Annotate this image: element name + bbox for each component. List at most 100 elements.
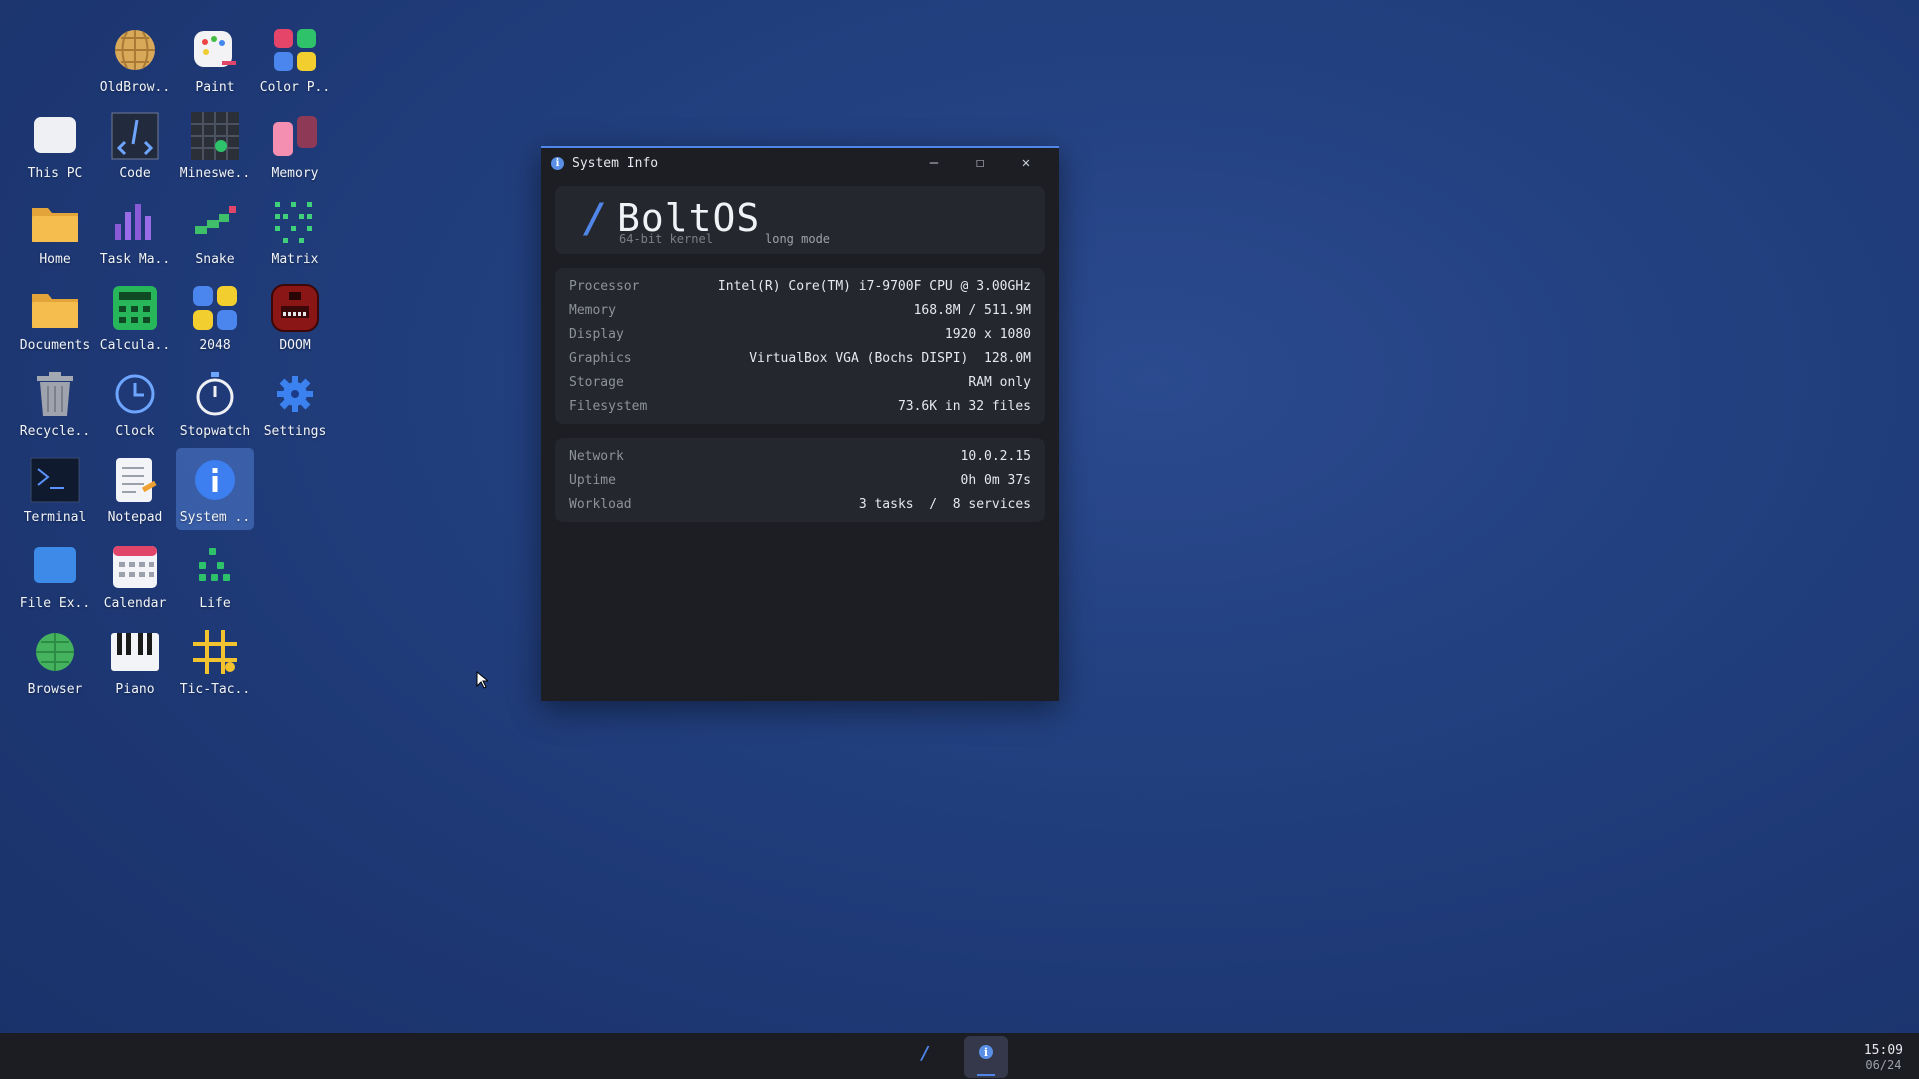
network-info-card: Network 10.0.2.15 Uptime 0h 0m 37s Workloa…	[555, 438, 1045, 522]
info-key: Workload	[569, 496, 632, 512]
desktop-icon-label: Notepad	[107, 510, 163, 525]
clock-time: 15:09	[1863, 1043, 1903, 1058]
desktop-icon-task-manager[interactable]: Task Ma..	[96, 190, 174, 272]
window-titlebar[interactable]: i System Info – ☐ ✕	[541, 148, 1059, 178]
bar-chart-icon	[109, 196, 161, 248]
info-value: 0h 0m 37s	[960, 472, 1031, 488]
desktop-icon-label: DOOM	[279, 338, 311, 353]
desktop-icon-snake[interactable]: Snake	[176, 190, 254, 272]
desktop-icon-matrix[interactable]: Matrix	[256, 190, 334, 272]
system-info-window[interactable]: i System Info – ☐ ✕ / BoltOS 64-bit kern…	[541, 146, 1059, 701]
info-row-memory: Memory 168.8M / 511.9M	[555, 298, 1045, 322]
desktop-icon-paint[interactable]: Paint	[176, 18, 254, 100]
file-explorer-icon	[29, 540, 81, 592]
info-key: Graphics	[569, 350, 632, 366]
desktop-icon-oldbrowser[interactable]: OldBrow..	[96, 18, 174, 100]
start-button[interactable]: /	[920, 1043, 931, 1064]
paint-icon	[189, 24, 241, 76]
desktop-icon-code[interactable]: Code	[96, 104, 174, 186]
code-icon	[109, 110, 161, 162]
taskbar-clock[interactable]: 15:09 06/24	[1863, 1043, 1903, 1073]
computer-icon	[29, 110, 81, 162]
minimize-button[interactable]: –	[911, 155, 957, 171]
minesweeper-icon	[189, 110, 241, 162]
info-key: Filesystem	[569, 398, 648, 414]
info-row-processor: Processor Intel(R) Core(TM) i7-9700F CPU …	[555, 274, 1045, 298]
info-icon	[189, 454, 241, 506]
desktop-icon-label: Life	[199, 596, 231, 611]
desktop-icon-memory[interactable]: Memory	[256, 104, 334, 186]
desktop-icon-doom[interactable]: DOOM	[256, 276, 334, 358]
globe-icon	[29, 626, 81, 678]
info-value: 73.6K in 32 files	[897, 398, 1031, 414]
desktop-icon-file-explorer[interactable]: File Ex..	[16, 534, 94, 616]
desktop-icon-this-pc[interactable]: This PC	[16, 104, 94, 186]
desktop-icon-calendar[interactable]: Calendar	[96, 534, 174, 616]
desktop-icon-label: Settings	[263, 424, 327, 439]
info-key: Uptime	[569, 472, 616, 488]
desktop-icon-minesweeper[interactable]: Mineswe..	[176, 104, 254, 186]
desktop-icon-clock[interactable]: Clock	[96, 362, 174, 444]
desktop-icon-settings[interactable]: Settings	[256, 362, 334, 444]
desktop-icon-documents[interactable]: Documents	[16, 276, 94, 358]
desktop-icon-label: This PC	[27, 166, 83, 181]
desktop-icon-2048[interactable]: 2048	[176, 276, 254, 358]
memory-game-icon	[269, 110, 321, 162]
tic-tac-toe-icon	[189, 626, 241, 678]
desktop-icon-home[interactable]: Home	[16, 190, 94, 272]
info-row-display: Display 1920 x 1080	[555, 322, 1045, 346]
active-indicator	[977, 1074, 995, 1076]
desktop-icon-label: Clock	[115, 424, 155, 439]
taskbar-item-system-info[interactable]: i	[964, 1036, 1008, 1078]
info-row-uptime: Uptime 0h 0m 37s	[555, 468, 1045, 492]
info-icon: i	[551, 156, 564, 170]
life-icon	[189, 540, 241, 592]
os-mode-label: long mode	[765, 232, 831, 246]
desktop-icon-label: Piano	[115, 682, 155, 697]
info-row-graphics: Graphics VirtualBox VGA (Bochs DISPI) 128…	[555, 346, 1045, 370]
info-key: Network	[569, 448, 624, 464]
info-row-workload: Workload 3 tasks / 8 services	[555, 492, 1045, 516]
desktop-icon-label: Memory	[271, 166, 319, 181]
info-value: 10.0.2.15	[960, 448, 1031, 464]
desktop-icon-label: Color P..	[259, 80, 331, 95]
desktop-icon-label: Snake	[195, 252, 235, 267]
info-value: RAM only	[968, 374, 1031, 390]
desktop-icon-label: Tic-Tac..	[179, 682, 251, 697]
matrix-icon	[269, 196, 321, 248]
info-row-filesystem: Filesystem 73.6K in 32 files	[555, 394, 1045, 418]
info-icon: i	[979, 1045, 993, 1059]
piano-icon	[109, 626, 161, 678]
close-button[interactable]: ✕	[1003, 155, 1049, 171]
desktop-icon-notepad[interactable]: Notepad	[96, 448, 174, 530]
info-value: Intel(R) Core(TM) i7-9700F CPU @ 3.00GHz	[717, 278, 1031, 294]
globe-icon	[109, 24, 161, 76]
snake-icon	[189, 196, 241, 248]
desktop-icon-stopwatch[interactable]: Stopwatch	[176, 362, 254, 444]
desktop-icon-label: Terminal	[23, 510, 87, 525]
info-value: 3 tasks / 8 services	[858, 496, 1031, 512]
desktop-icon-label: Paint	[195, 80, 235, 95]
desktop-icon-label: 2048	[199, 338, 231, 353]
desktop-icon-system-info[interactable]: System ..	[176, 448, 254, 530]
maximize-button[interactable]: ☐	[957, 155, 1003, 171]
desktop-icon-color-picker[interactable]: Color P..	[256, 18, 334, 100]
desktop-icon-label: Recycle..	[19, 424, 91, 439]
desktop-icon-tic-tac-toe[interactable]: Tic-Tac..	[176, 620, 254, 702]
desktop-icon-piano[interactable]: Piano	[96, 620, 174, 702]
system-info-card: Processor Intel(R) Core(TM) i7-9700F CPU …	[555, 268, 1045, 424]
desktop-icon-browser[interactable]: Browser	[16, 620, 94, 702]
desktop-icon-terminal[interactable]: Terminal	[16, 448, 94, 530]
mouse-cursor-icon	[476, 671, 488, 689]
desktop-icon-life[interactable]: Life	[176, 534, 254, 616]
desktop: OldBrow.. Paint Color P.. This PC Code M…	[0, 0, 1919, 1033]
desktop-icon-label: System ..	[179, 510, 251, 525]
info-key: Display	[569, 326, 624, 342]
desktop-icon-recycle-bin[interactable]: Recycle..	[16, 362, 94, 444]
stopwatch-icon	[189, 368, 241, 420]
desktop-icon-calculator[interactable]: Calcula..	[96, 276, 174, 358]
info-row-network: Network 10.0.2.15	[555, 444, 1045, 468]
info-row-storage: Storage RAM only	[555, 370, 1045, 394]
info-key: Processor	[569, 278, 640, 294]
info-value: VirtualBox VGA (Bochs DISPI) 128.0M	[749, 350, 1031, 366]
